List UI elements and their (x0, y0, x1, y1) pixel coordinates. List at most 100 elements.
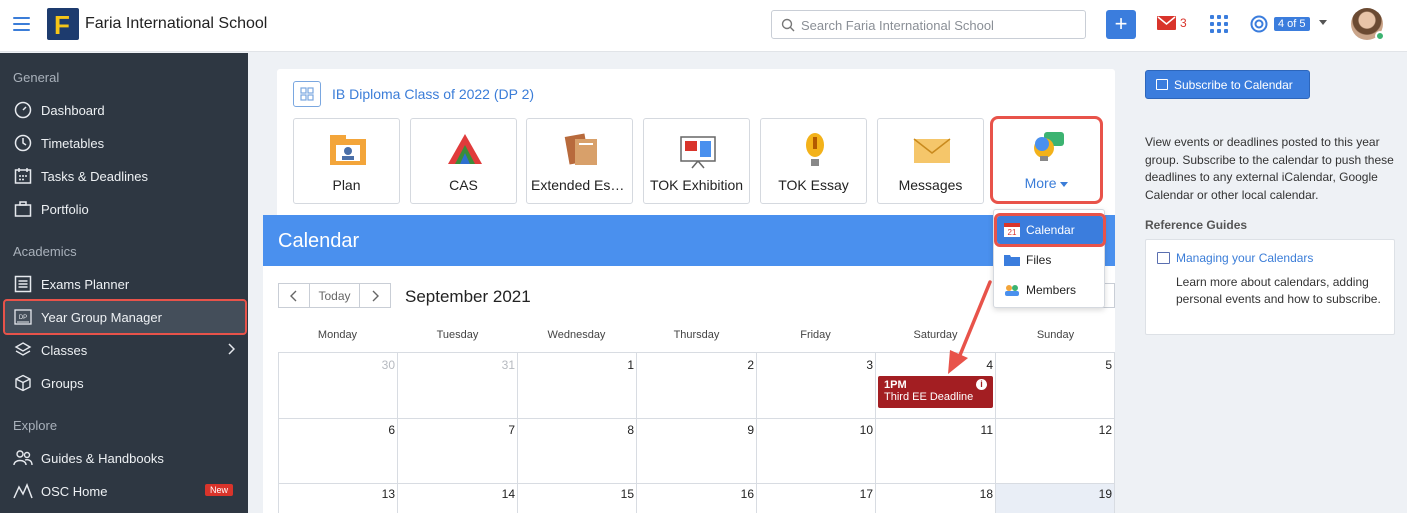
managing-calendars-link[interactable]: Managing your Calendars (1176, 251, 1313, 265)
reference-guides-title: Reference Guides (1145, 218, 1248, 232)
day-cell[interactable]: 10 (759, 423, 873, 437)
guide-progress-badge[interactable]: 4 of 5 (1274, 17, 1310, 31)
tile-plan[interactable]: Plan (293, 118, 400, 204)
sidebar-item-year-group-manager[interactable]: DP Year Group Manager (3, 299, 247, 335)
next-month-button[interactable] (359, 283, 391, 308)
chevron-down-icon[interactable] (1319, 20, 1327, 25)
sidebar-item-classes[interactable]: Classes (5, 334, 245, 366)
day-cell[interactable]: 19 (998, 487, 1112, 501)
grid-line (517, 353, 518, 513)
day-cell[interactable]: 31 (401, 358, 515, 372)
chevron-right-icon[interactable] (227, 343, 235, 355)
menu-item-calendar[interactable]: 21 Calendar (994, 213, 1106, 247)
calendar-header: Calendar (263, 215, 1115, 266)
tile-extended-essay[interactable]: Extended Essay (526, 118, 633, 204)
menu-item-files[interactable]: Files (997, 246, 1103, 274)
sidebar-item-label: Exams Planner (41, 276, 130, 292)
day-cell[interactable]: 30 (281, 358, 395, 372)
grid-line (278, 353, 279, 513)
exhibition-icon (678, 131, 718, 169)
tile-label: Messages (898, 177, 963, 193)
apps-grid-icon[interactable] (1210, 15, 1228, 33)
event-title: Third EE Deadline (884, 391, 974, 403)
search-box[interactable] (771, 10, 1086, 39)
lifebuoy-icon[interactable] (1250, 15, 1268, 33)
day-cell[interactable]: 6 (281, 423, 395, 437)
sidebar-item-tasks-deadlines[interactable]: Tasks & Deadlines (5, 160, 245, 192)
dp-badge-icon: DP (12, 306, 34, 328)
weekday-header: Friday (800, 329, 831, 341)
top-bar: Faria International School + 3 4 of 5 (0, 0, 1407, 52)
section-explore: Explore (13, 418, 58, 433)
sidebar-item-label: Classes (41, 342, 88, 358)
new-badge: New (204, 484, 233, 496)
day-cell[interactable]: 15 (520, 487, 634, 501)
exclamation-icon (795, 131, 835, 169)
today-button[interactable]: Today (309, 283, 360, 308)
school-name[interactable]: Faria International School (85, 15, 267, 33)
current-month: September 2021 (405, 287, 531, 306)
clock-icon (12, 132, 34, 154)
menu-icon[interactable] (13, 17, 30, 31)
people-icon (12, 447, 34, 469)
sidebar-item-label: Year Group Manager (41, 309, 162, 325)
sidebar-item-timetables[interactable]: Timetables (5, 127, 245, 159)
calendar-icon (1157, 252, 1170, 264)
day-cell[interactable]: 12 (998, 423, 1112, 437)
weekday-header: Tuesday (436, 329, 479, 341)
online-status-dot (1375, 31, 1385, 41)
calendar-event[interactable]: 1PM Third EE Deadline i (878, 376, 993, 408)
day-cell[interactable]: 18 (879, 487, 993, 501)
sidebar-item-groups[interactable]: Groups (5, 367, 245, 399)
menu-item-label: Members (1026, 283, 1077, 297)
grid-line (278, 483, 1115, 484)
add-button[interactable]: + (1106, 10, 1136, 39)
prev-month-button[interactable] (278, 283, 310, 308)
tile-cas[interactable]: CAS (410, 118, 517, 204)
folder-icon (1004, 255, 1020, 266)
sidebar-item-dashboard[interactable]: Dashboard (5, 94, 245, 126)
sidebar-item-portfolio[interactable]: Portfolio (5, 193, 245, 225)
chevron-left-icon (290, 290, 297, 301)
day-cell[interactable]: 1 (520, 358, 634, 372)
day-cell[interactable]: 3 (759, 358, 873, 372)
sidebar-item-label: Tasks & Deadlines (41, 168, 148, 184)
tile-label: TOK Essay (778, 177, 849, 193)
sidebar-item-label: Dashboard (41, 102, 105, 118)
tile-label: CAS (449, 177, 478, 193)
school-logo[interactable] (47, 8, 79, 41)
tile-more[interactable]: More (990, 116, 1103, 204)
tile-label: Extended Essay (531, 177, 632, 193)
tile-tok-exhibition[interactable]: TOK Exhibition (643, 118, 750, 204)
annotation-arrow (948, 280, 992, 374)
search-input[interactable] (801, 15, 1081, 35)
day-cell[interactable]: 16 (640, 487, 754, 501)
cas-icon (445, 131, 485, 169)
day-cell[interactable]: 14 (401, 487, 515, 501)
sidebar-item-exams-planner[interactable]: Exams Planner (5, 268, 245, 300)
search-icon (781, 18, 795, 32)
sidebar-item-guides-handbooks[interactable]: Guides & Handbooks (5, 442, 245, 474)
subscribe-calendar-button[interactable]: Subscribe to Calendar (1145, 70, 1310, 99)
day-cell[interactable]: 11 (879, 423, 993, 437)
members-icon (1005, 285, 1019, 296)
day-cell[interactable]: 13 (281, 487, 395, 501)
day-cell[interactable]: 5 (998, 358, 1112, 372)
sidebar-item-label: Portfolio (41, 201, 89, 217)
day-cell[interactable]: 2 (640, 358, 754, 372)
day-cell[interactable]: 17 (759, 487, 873, 501)
day-cell[interactable]: 9 (640, 423, 754, 437)
tile-tok-essay[interactable]: TOK Essay (760, 118, 867, 204)
info-icon[interactable]: i (976, 379, 987, 390)
sidebar-item-label: Guides & Handbooks (41, 450, 164, 466)
calendar-title: Calendar (278, 230, 360, 252)
caret-down-icon (1060, 181, 1069, 187)
menu-item-members[interactable]: Members (997, 276, 1103, 304)
day-cell[interactable]: 8 (520, 423, 634, 437)
sidebar-item-osc-home[interactable]: OSC Home New (5, 475, 245, 507)
class-title[interactable]: IB Diploma Class of 2022 (DP 2) (332, 86, 534, 102)
tile-messages[interactable]: Messages (877, 118, 984, 204)
day-cell[interactable]: 7 (401, 423, 515, 437)
books-icon (561, 131, 601, 169)
mail-icon[interactable] (1157, 16, 1176, 30)
